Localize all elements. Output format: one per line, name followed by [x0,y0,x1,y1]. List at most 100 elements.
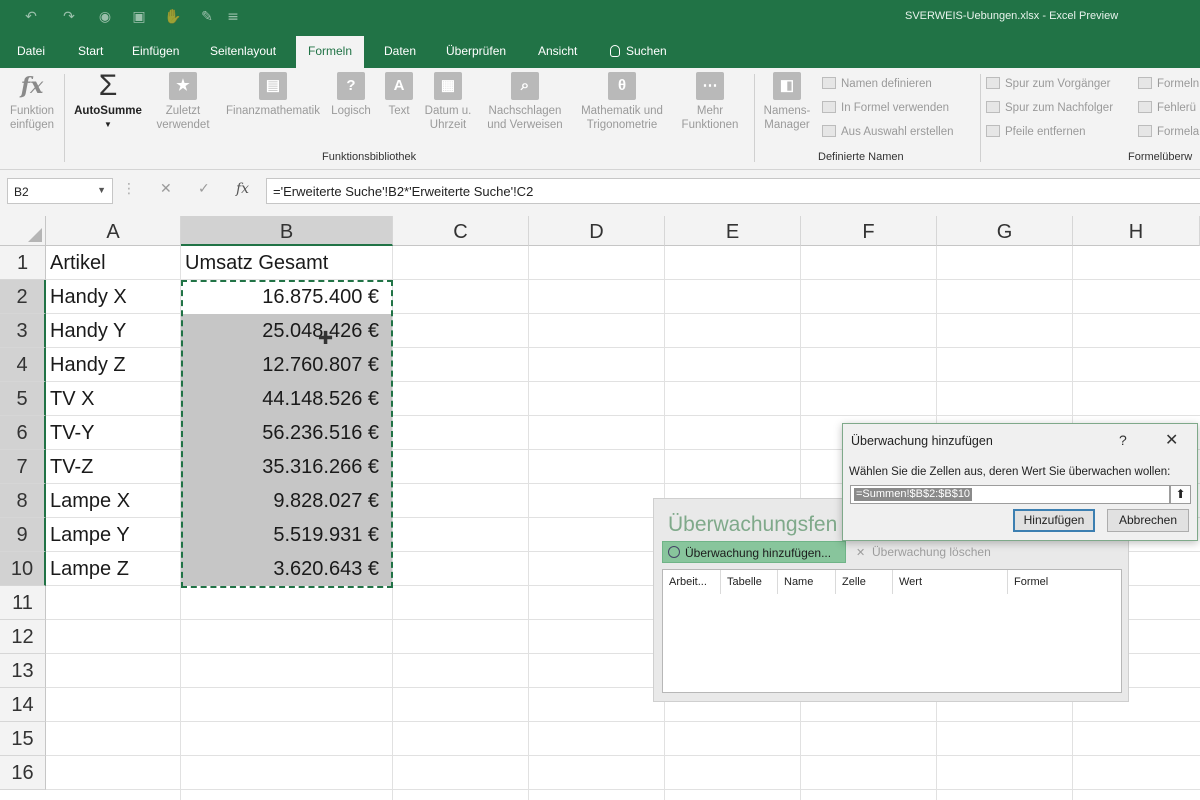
cell-a10[interactable]: Lampe Z [46,552,181,586]
tab-daten[interactable]: Daten [384,44,416,58]
watch-col-value[interactable]: Wert [893,570,1008,594]
name-box[interactable]: B2 ▼ [7,178,113,204]
evaluate-formula-button[interactable]: Formela [1138,125,1199,138]
insert-function-button[interactable]: fx Funktion einfügen [6,72,58,132]
cell-b2[interactable]: 16.875.400 € [181,280,392,314]
column-header-g[interactable]: G [937,216,1073,246]
column-header-a[interactable]: A [46,216,181,246]
column-header-c[interactable]: C [393,216,529,246]
cell-a9[interactable]: Lampe Y [46,518,181,552]
row-header-4[interactable]: 4 [0,348,46,382]
row-header-15[interactable]: 15 [0,722,46,756]
recently-used-button[interactable]: ★ Zuletzt verwendet [146,72,220,132]
add-button[interactable]: Hinzufügen [1013,509,1095,532]
touch-mode-icon[interactable]: ✋ [164,8,182,26]
math-trig-button[interactable]: θ Mathematik und Trigonometrie [572,72,672,132]
logical-button[interactable]: ? Logisch [328,72,374,118]
cell-b7[interactable]: 35.316.266 € [181,450,392,484]
tab-ueberpruefen[interactable]: Überprüfen [446,44,506,58]
search-button[interactable]: Suchen [610,44,667,58]
delete-watch-button[interactable]: ✕ Überwachung löschen [850,541,1002,563]
cell-a6[interactable]: TV-Y [46,416,181,450]
create-from-selection-button[interactable]: Aus Auswahl erstellen [822,125,954,138]
select-all-corner[interactable] [0,216,46,246]
cell-b1[interactable]: Umsatz Gesamt [181,246,393,280]
use-in-formula-button[interactable]: In Formel verwenden [822,101,949,114]
cell-b5[interactable]: 44.148.526 € [181,382,392,416]
format-painter-icon[interactable]: ✎ [198,8,216,26]
undo-icon[interactable]: ↶ [22,8,40,26]
lookup-reference-button[interactable]: ⌕ Nachschlagen und Verweisen [478,72,572,132]
name-manager-button[interactable]: ◧ Namens- Manager [758,72,816,132]
add-watch-button[interactable]: Überwachung hinzufügen... [662,541,846,563]
row-header-10[interactable]: 10 [0,552,46,586]
more-functions-button[interactable]: ⋯ Mehr Funktionen [672,72,748,132]
cell-b3[interactable]: 25.048.426 € [181,314,392,348]
redo-icon[interactable]: ↷ [60,8,78,26]
cell-a8[interactable]: Lampe X [46,484,181,518]
column-header-d[interactable]: D [529,216,665,246]
row-header-3[interactable]: 3 [0,314,46,348]
error-checking-button[interactable]: Fehlerü [1138,101,1196,114]
row-header-11[interactable]: 11 [0,586,46,620]
tab-datei[interactable]: Datei [17,44,45,58]
cell-a1[interactable]: Artikel [46,246,181,280]
row-header-8[interactable]: 8 [0,484,46,518]
row-header-7[interactable]: 7 [0,450,46,484]
column-header-e[interactable]: E [665,216,801,246]
row-header-5[interactable]: 5 [0,382,46,416]
enter-check-icon[interactable]: ✓ [198,181,210,197]
row-header-2[interactable]: 2 [0,280,46,314]
column-header-h[interactable]: H [1073,216,1200,246]
row-header-9[interactable]: 9 [0,518,46,552]
watch-col-formula[interactable]: Formel [1008,570,1121,594]
tab-ansicht[interactable]: Ansicht [538,44,577,58]
column-header-f[interactable]: F [801,216,937,246]
cancel-button[interactable]: Abbrechen [1107,509,1189,532]
collapse-dialog-icon[interactable]: ⬆ [1170,485,1191,504]
reference-input[interactable]: =Summen!$B$2:$B$10 [850,485,1170,504]
watch-col-name[interactable]: Name [778,570,836,594]
customize-icon[interactable]: ≡ [224,8,242,26]
help-button[interactable]: ? [1119,432,1127,448]
tab-start[interactable]: Start [78,44,103,58]
cell-a4[interactable]: Handy Z [46,348,181,382]
show-formulas-button[interactable]: Formeln [1138,77,1199,90]
tab-einfuegen[interactable]: Einfügen [132,44,179,58]
camera-icon[interactable]: ◉ [96,8,114,26]
row-header-14[interactable]: 14 [0,688,46,722]
define-name-button[interactable]: Namen definieren [822,77,932,90]
trace-precedents-button[interactable]: Spur zum Vorgänger [986,77,1110,90]
tab-formeln[interactable]: Formeln [296,36,365,68]
save-icon[interactable]: ▣ [130,8,148,26]
watch-list[interactable]: Arbeit... Tabelle Name Zelle Wert Formel [662,569,1122,693]
cell-a5[interactable]: TV X [46,382,181,416]
insert-function-fx-icon[interactable]: fx [236,181,249,197]
formula-bar-splitter-icon[interactable]: ⋮ [122,181,136,197]
cell-b4[interactable]: 12.760.807 € [181,348,392,382]
formula-input[interactable]: ='Erweiterte Suche'!B2*'Erweiterte Suche… [266,178,1200,204]
cell-a3[interactable]: Handy Y [46,314,181,348]
row-header-6[interactable]: 6 [0,416,46,450]
autosum-button[interactable]: Σ AutoSumme ▼ [70,71,146,132]
cell-a2[interactable]: Handy X [46,280,181,314]
financial-button[interactable]: ▤ Finanzmathematik [220,72,326,118]
column-header-b[interactable]: B [181,216,393,246]
remove-arrows-button[interactable]: Pfeile entfernen [986,125,1086,138]
cell-b10[interactable]: 3.620.643 € [181,552,392,586]
cell-a7[interactable]: TV-Z [46,450,181,484]
close-icon[interactable]: ✕ [1165,430,1178,449]
watch-col-sheet[interactable]: Tabelle [721,570,778,594]
row-header-16[interactable]: 16 [0,756,46,790]
text-button[interactable]: A Text [380,72,418,118]
cancel-icon[interactable]: ✕ [160,181,172,197]
cell-b9[interactable]: 5.519.931 € [181,518,392,552]
watch-col-workbook[interactable]: Arbeit... [663,570,721,594]
tab-seitenlayout[interactable]: Seitenlayout [210,44,276,58]
watch-col-cell[interactable]: Zelle [836,570,893,594]
row-header-12[interactable]: 12 [0,620,46,654]
cell-b6[interactable]: 56.236.516 € [181,416,392,450]
cell-b8[interactable]: 9.828.027 € [181,484,392,518]
date-time-button[interactable]: ▦ Datum u. Uhrzeit [420,72,476,132]
trace-dependents-button[interactable]: Spur zum Nachfolger [986,101,1113,114]
